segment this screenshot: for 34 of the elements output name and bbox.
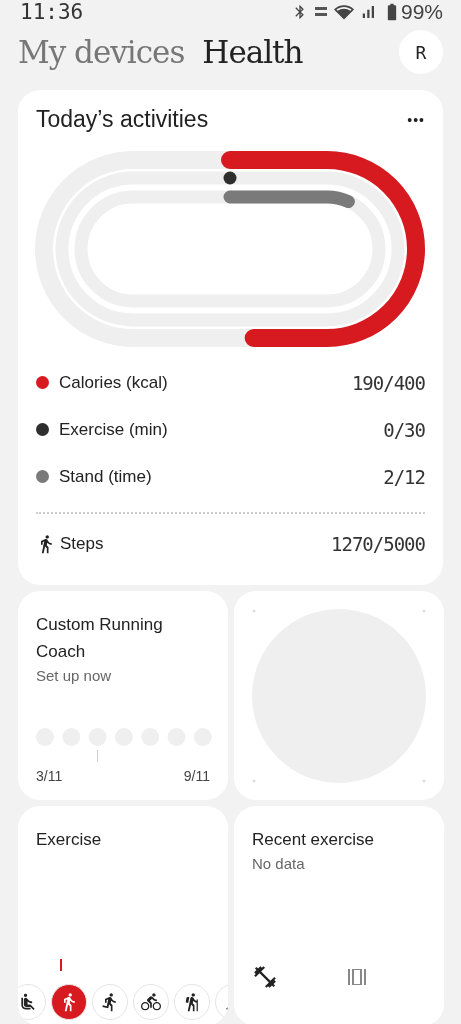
battery-percent: 99% (400, 0, 443, 24)
marker-tick-icon (60, 959, 62, 971)
activity-button[interactable] (18, 984, 46, 1020)
cyclist-icon (141, 992, 161, 1012)
card-title: Recent exercise (252, 829, 375, 851)
status-time: 11:36 (20, 0, 84, 24)
activity-button[interactable] (174, 984, 210, 1020)
activity-button[interactable] (133, 984, 169, 1020)
tab[interactable]: My devices (18, 34, 185, 70)
recent-exercise-card[interactable]: Recent exercise No data (234, 806, 444, 1024)
card-title: Exercise (36, 829, 103, 851)
card-subtitle: Set up now (36, 667, 113, 684)
dumbbell-icon (252, 964, 278, 990)
card-subtitle: No data (252, 855, 306, 872)
activity-button[interactable] (92, 984, 128, 1020)
metric-value: 2/12 (383, 465, 425, 488)
wifi-icon (333, 2, 354, 22)
more-button[interactable]: ••• (407, 111, 425, 128)
tab[interactable]: Health (202, 34, 303, 70)
metric-value: 190/400 (351, 371, 425, 394)
avatar[interactable]: R (399, 30, 443, 74)
coach-card[interactable]: Custom Running Coach Set up now 3/11 9/11 (18, 591, 228, 800)
metric-label: Stand (time) (59, 466, 152, 487)
date-label: 9/11 (183, 768, 210, 784)
exercise-card[interactable]: Exercise (18, 806, 228, 1024)
card-title: Custom Running Coach (36, 614, 164, 663)
metric-label: Calories (kcal) (59, 372, 168, 393)
metric-value: 1270/5000 (331, 532, 425, 555)
metric-label: Exercise (min) (59, 419, 168, 440)
bars-icon (348, 969, 366, 985)
metric-value: 0/30 (383, 418, 425, 441)
date-label: 3/11 (36, 768, 63, 784)
metric-label: Steps (60, 533, 104, 554)
card-title: Today’s activities (36, 106, 209, 133)
